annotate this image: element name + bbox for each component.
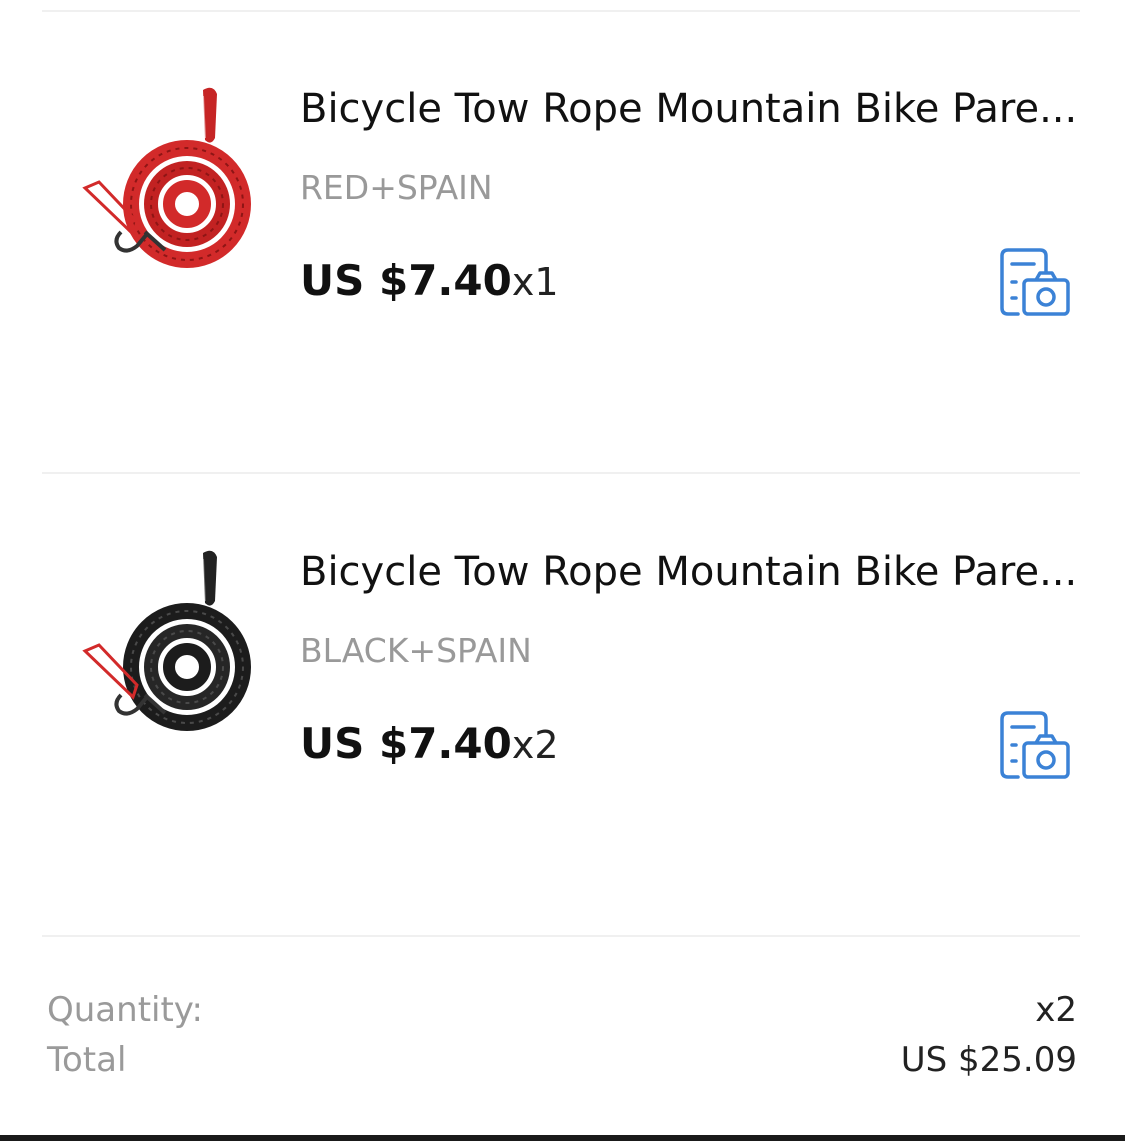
product-variant: RED+SPAIN	[300, 168, 493, 207]
quantity-label: Quantity:	[47, 990, 203, 1030]
tow-rope-black-image	[82, 550, 251, 731]
order-item: Bicycle Tow Rope Mountain Bike Pare... B…	[0, 475, 1125, 779]
photo-review-icon	[1000, 248, 1070, 316]
photo-review-button[interactable]	[994, 242, 1076, 324]
quantity-value: x2	[1035, 990, 1077, 1030]
total-label: Total	[47, 1040, 127, 1080]
product-price: US $7.40	[300, 719, 512, 768]
product-title[interactable]: Bicycle Tow Rope Mountain Bike Pare...	[300, 84, 1077, 134]
product-image[interactable]	[65, 545, 255, 745]
product-variant: BLACK+SPAIN	[300, 631, 532, 670]
product-price: US $7.40	[300, 256, 512, 305]
total-value: US $25.09	[900, 1040, 1077, 1080]
price-line: US $7.40x2	[300, 715, 559, 782]
photo-review-button[interactable]	[994, 705, 1076, 787]
product-title[interactable]: Bicycle Tow Rope Mountain Bike Pare...	[300, 547, 1077, 597]
bottom-edge-bar	[0, 1135, 1125, 1141]
photo-review-icon	[1000, 711, 1070, 779]
order-item: Bicycle Tow Rope Mountain Bike Pare... R…	[0, 12, 1125, 316]
price-line: US $7.40x1	[300, 252, 559, 319]
item-divider	[42, 472, 1080, 474]
product-quantity: x1	[511, 260, 559, 304]
product-image[interactable]	[65, 82, 255, 282]
tow-rope-red-image	[82, 87, 251, 268]
summary-divider	[42, 935, 1080, 937]
product-quantity: x2	[511, 723, 559, 767]
